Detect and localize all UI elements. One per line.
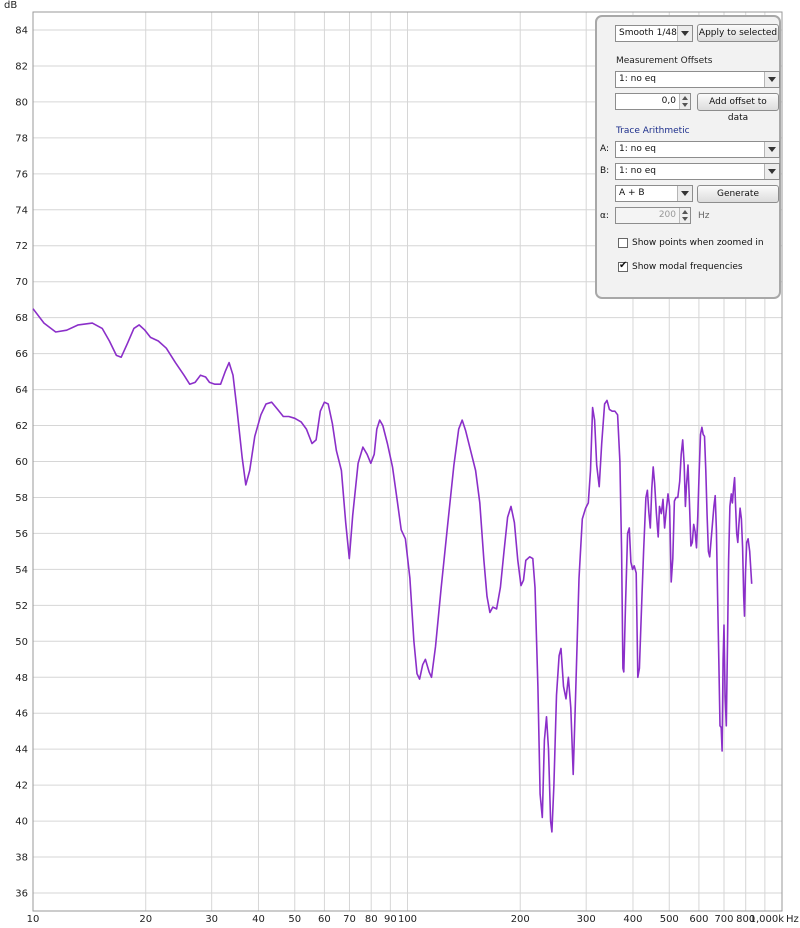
- y-tick-label: 72: [15, 241, 28, 252]
- chevron-down-icon: [764, 164, 779, 179]
- operation-value: A + B: [619, 188, 645, 198]
- y-tick-label: 74: [15, 205, 28, 216]
- x-tick-label: 700: [714, 914, 733, 925]
- offset-measurement-value: 1: no eq: [619, 74, 656, 84]
- smoothing-value: Smooth 1/48: [619, 28, 677, 38]
- y-tick-label: 62: [15, 421, 28, 432]
- x-tick-label: 80: [365, 914, 378, 925]
- x-tick-label: 100: [398, 914, 417, 925]
- add-offset-button[interactable]: Add offset to data: [697, 93, 779, 123]
- smoothing-select[interactable]: Smooth 1/48: [615, 25, 693, 42]
- alpha-unit: Hz: [698, 211, 710, 221]
- series-layer: [32, 308, 753, 833]
- y-tick-label: 66: [15, 349, 28, 360]
- chevron-down-icon: [764, 142, 779, 157]
- apply-to-selected-button[interactable]: Apply to selected: [697, 24, 779, 42]
- x-tick-label: 1,000k: [750, 914, 785, 925]
- stepper-arrows-icon[interactable]: [679, 208, 690, 223]
- x-tick-label: 200: [511, 914, 530, 925]
- y-tick-label: 60: [15, 457, 28, 468]
- trace-a-value: 1: no eq: [619, 144, 656, 154]
- x-tick-label: 500: [660, 914, 679, 925]
- y-tick-label: 46: [15, 709, 28, 720]
- operation-select[interactable]: A + B: [615, 185, 693, 202]
- x-tick-label: 10: [27, 914, 40, 925]
- x-tick-label: 600: [689, 914, 708, 925]
- chevron-down-icon: [764, 72, 779, 87]
- x-axis-unit: Hz: [786, 914, 799, 925]
- y-tick-label: 50: [15, 637, 28, 648]
- control-panel: Smooth 1/48 Apply to selected Measuremen…: [595, 15, 781, 299]
- x-tick-label: 90: [384, 914, 397, 925]
- y-tick-label: 48: [15, 673, 28, 684]
- show-points-checkbox[interactable]: [618, 238, 628, 248]
- y-tick-label: 82: [15, 61, 28, 72]
- trace-b-select[interactable]: 1: no eq: [615, 163, 780, 180]
- y-tick-label: 58: [15, 493, 28, 504]
- y-axis-unit: dB: [4, 0, 17, 11]
- y-tick-label: 56: [15, 529, 28, 540]
- chevron-down-icon: [677, 186, 692, 201]
- x-tick-label: 300: [577, 914, 596, 925]
- offset-value-stepper[interactable]: 0,0: [615, 93, 691, 110]
- x-tick-label: 60: [318, 914, 331, 925]
- y-tick-label: 52: [15, 601, 28, 612]
- show-modal-checkbox[interactable]: [618, 260, 628, 272]
- y-tick-label: 54: [15, 565, 28, 576]
- x-axis-ticks: 10 20 30 40 50 60 70 80 90 100 200 300 400 500 600 700 8…: [27, 914, 785, 925]
- y-tick-label: 78: [15, 133, 28, 144]
- a-label: A:: [600, 144, 610, 154]
- x-tick-label: 20: [139, 914, 152, 925]
- b-label: B:: [600, 166, 610, 176]
- trace-arithmetic-title: Trace Arithmetic: [616, 126, 690, 136]
- stepper-arrows-icon[interactable]: [679, 94, 690, 109]
- y-tick-label: 36: [15, 889, 28, 900]
- y-tick-label: 42: [15, 781, 28, 792]
- series-line: [32, 308, 753, 833]
- x-tick-label: 40: [252, 914, 265, 925]
- x-tick-label: 400: [623, 914, 642, 925]
- x-tick-label: 50: [288, 914, 301, 925]
- y-tick-label: 38: [15, 853, 28, 864]
- offset-value: 0,0: [661, 96, 676, 106]
- y-tick-label: 80: [15, 97, 28, 108]
- y-tick-label: 68: [15, 313, 28, 324]
- y-tick-label: 64: [15, 385, 28, 396]
- y-tick-label: 44: [15, 745, 28, 756]
- alpha-stepper[interactable]: 200: [615, 207, 691, 224]
- y-tick-label: 84: [15, 25, 28, 36]
- x-tick-label: 30: [205, 914, 218, 925]
- y-tick-label: 40: [15, 817, 28, 828]
- y-tick-label: 76: [15, 169, 28, 180]
- trace-a-select[interactable]: 1: no eq: [615, 141, 780, 158]
- offset-measurement-select[interactable]: 1: no eq: [615, 71, 780, 88]
- measurement-offsets-title: Measurement Offsets: [616, 56, 713, 66]
- chevron-down-icon: [677, 26, 692, 41]
- show-modal-label: Show modal frequencies: [632, 262, 743, 272]
- show-points-label: Show points when zoomed in: [632, 238, 764, 248]
- alpha-value: 200: [658, 210, 676, 220]
- y-axis-ticks: 36 38 40 42 44 46 48 50 52 54 56 58 60 62 64 66 68 70 72 74…: [15, 25, 28, 899]
- y-tick-label: 70: [15, 277, 28, 288]
- trace-b-value: 1: no eq: [619, 166, 656, 176]
- alpha-label: α:: [600, 211, 609, 221]
- x-tick-label: 70: [343, 914, 356, 925]
- generate-button[interactable]: Generate: [697, 185, 779, 203]
